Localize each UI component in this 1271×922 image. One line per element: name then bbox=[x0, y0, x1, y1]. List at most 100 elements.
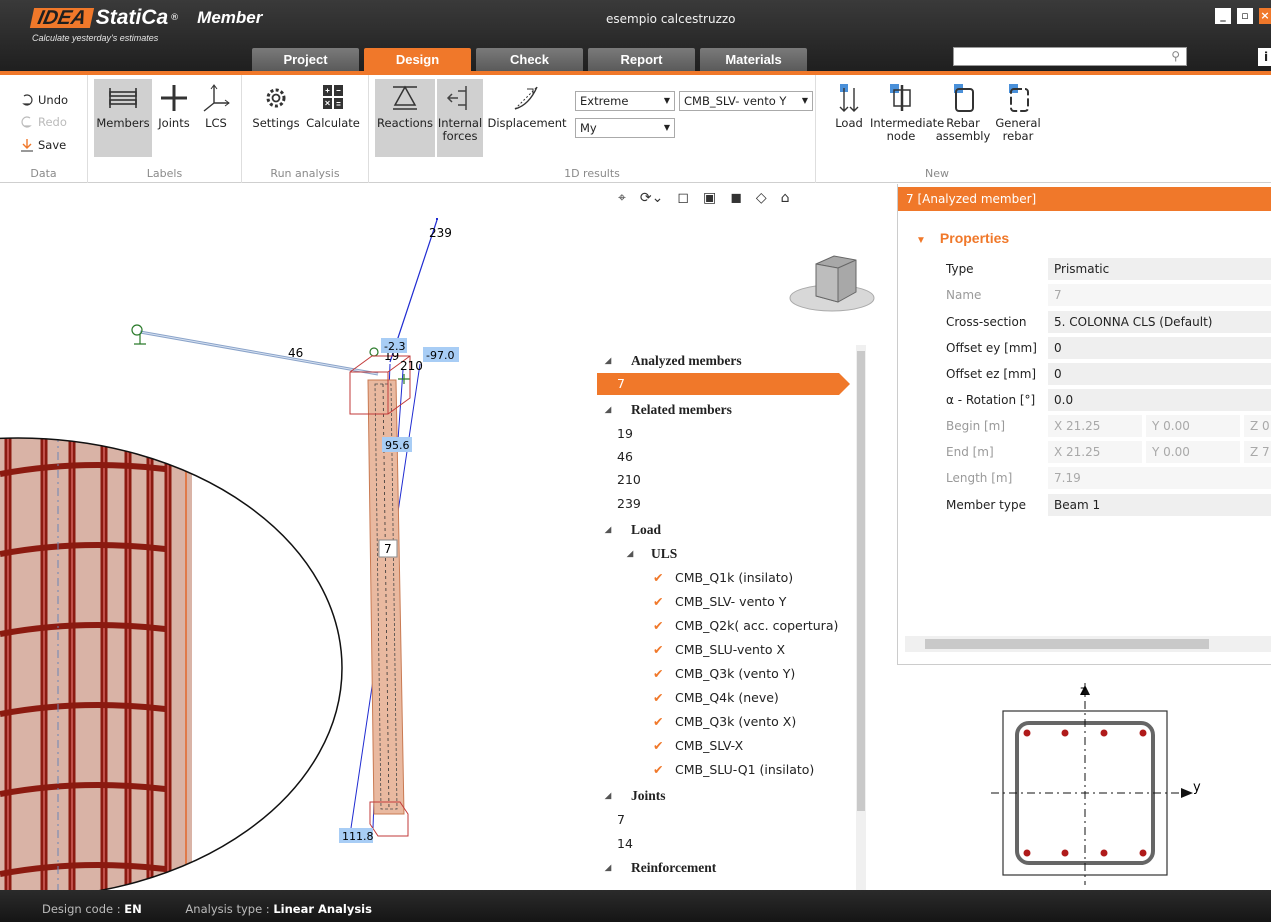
scroll-thumb[interactable] bbox=[925, 639, 1209, 649]
end-x-field[interactable]: X 21.25 bbox=[1048, 441, 1142, 463]
type-field[interactable]: Prismatic bbox=[1048, 258, 1271, 280]
scroll-thumb[interactable] bbox=[857, 351, 865, 811]
design-code-value: EN bbox=[124, 902, 142, 916]
members-button[interactable]: Members bbox=[94, 79, 152, 157]
collapse-icon[interactable]: ▼ bbox=[916, 235, 926, 246]
internal-forces-label-2: forces bbox=[442, 129, 478, 143]
rotate-view-icon[interactable]: ⟳⌄ bbox=[640, 190, 663, 206]
intermediate-node-button[interactable]: Intermediate node bbox=[870, 83, 944, 143]
settings-button[interactable]: Settings bbox=[250, 83, 302, 130]
tab-design[interactable]: Design bbox=[364, 48, 471, 71]
fit-view-icon[interactable]: ⌖ bbox=[618, 190, 626, 206]
end-y-field[interactable]: Y 0.00 bbox=[1146, 441, 1240, 463]
redo-button[interactable]: Redo bbox=[20, 115, 67, 129]
properties-section[interactable]: ▼ Properties bbox=[916, 230, 1009, 246]
rebar-assembly-button[interactable]: Rebar assembly bbox=[934, 83, 992, 143]
begin-y-field[interactable]: Y 0.00 bbox=[1146, 415, 1240, 437]
ribbon: Undo Redo Save Data Members Joints LCS L… bbox=[0, 75, 1271, 183]
undo-button[interactable]: Undo bbox=[20, 93, 68, 107]
members-icon bbox=[109, 88, 137, 108]
extreme-select[interactable]: Extreme ▼ bbox=[575, 91, 675, 111]
tree-item-joint[interactable]: 14 bbox=[597, 833, 855, 855]
displacement-button[interactable]: Displacement bbox=[485, 83, 569, 130]
load-button[interactable]: Load bbox=[830, 83, 868, 130]
panel-hscrollbar[interactable] bbox=[905, 636, 1271, 652]
component-select-value: My bbox=[580, 121, 597, 135]
section-view-icon[interactable]: ◇ bbox=[756, 190, 767, 206]
combo-checkbox[interactable]: ✔ CMB_Q3k (vento Y) bbox=[597, 663, 855, 685]
joints-button[interactable]: Joints bbox=[154, 83, 194, 130]
internal-forces-button[interactable]: Internal forces bbox=[437, 79, 483, 157]
combo-checkbox[interactable]: ✔ CMB_SLU-Q1 (insilato) bbox=[597, 759, 855, 781]
settings-label: Settings bbox=[252, 116, 300, 130]
general-rebar-button[interactable]: General rebar bbox=[992, 83, 1044, 143]
name-field[interactable]: 7 bbox=[1048, 284, 1271, 306]
solid-icon[interactable]: ◼ bbox=[730, 190, 742, 206]
load-label: Load bbox=[835, 116, 863, 130]
combo-checkbox[interactable]: ✔ CMB_Q3k (vento X) bbox=[597, 711, 855, 733]
info-button[interactable]: i bbox=[1258, 48, 1271, 66]
length-field[interactable]: 7.19 bbox=[1048, 467, 1271, 489]
search-icon[interactable]: ⚲ bbox=[1171, 49, 1180, 63]
minimize-button[interactable]: _ bbox=[1215, 8, 1231, 24]
combo-checkbox[interactable]: ✔ CMB_Q1k (insilato) bbox=[597, 567, 855, 589]
combo-checkbox[interactable]: ✔ CMB_SLV-X bbox=[597, 735, 855, 757]
group-data: Undo Redo Save Data bbox=[0, 75, 88, 183]
search-input[interactable]: ⚲ bbox=[953, 47, 1187, 66]
calculator-icon bbox=[323, 85, 343, 109]
offset-ey-field[interactable]: 0 bbox=[1048, 337, 1271, 359]
tree-item-related[interactable]: 19 bbox=[597, 423, 855, 445]
prop-offset-ez: Offset ez [mm] 0 bbox=[944, 361, 1271, 387]
tree-item-related[interactable]: 46 bbox=[597, 446, 855, 468]
lcs-button[interactable]: LCS bbox=[196, 83, 236, 130]
close-button[interactable]: × bbox=[1259, 8, 1271, 24]
tree-section-related[interactable]: ◢ Related members bbox=[597, 399, 855, 421]
rotation-field[interactable]: 0.0 bbox=[1048, 389, 1271, 411]
begin-x-field[interactable]: X 21.25 bbox=[1048, 415, 1142, 437]
rebar-detail-magnifier bbox=[0, 438, 342, 890]
save-button[interactable]: Save bbox=[20, 138, 66, 152]
tree-section-joints[interactable]: ◢ Joints bbox=[597, 785, 855, 807]
maximize-button[interactable]: ▫ bbox=[1237, 8, 1253, 24]
tree-section-load[interactable]: ◢ Load bbox=[597, 519, 855, 541]
tab-check[interactable]: Check bbox=[476, 48, 583, 71]
rebar-assembly-label-2: assembly bbox=[935, 129, 991, 143]
begin-z-field[interactable]: Z 0 bbox=[1244, 415, 1271, 437]
end-z-field[interactable]: Z 7 bbox=[1244, 441, 1271, 463]
component-select[interactable]: My ▼ bbox=[575, 118, 675, 138]
reactions-button[interactable]: Reactions bbox=[375, 79, 435, 157]
combination-select[interactable]: CMB_SLV- vento Y ▼ bbox=[679, 91, 813, 111]
combo-checkbox[interactable]: ✔ CMB_SLU-vento X bbox=[597, 639, 855, 661]
view-cube-icon[interactable] bbox=[786, 252, 882, 318]
structure-model[interactable]: 239 46 19 210 -2.3 -97.0 95.6 7 111.8 bbox=[0, 184, 597, 890]
wireframe-icon[interactable]: ◻ bbox=[677, 190, 689, 206]
tab-report[interactable]: Report bbox=[588, 48, 695, 71]
tree-item-analyzed-7[interactable]: 7 bbox=[597, 373, 850, 395]
reactions-icon bbox=[393, 85, 417, 110]
logo-brand: StatiCa bbox=[95, 6, 169, 29]
combo-checkbox[interactable]: ✔ CMB_SLV- vento Y bbox=[597, 591, 855, 613]
calculate-button[interactable]: Calculate bbox=[304, 83, 362, 130]
offset-ez-field[interactable]: 0 bbox=[1048, 363, 1271, 385]
member-type-select[interactable]: Beam 1 bbox=[1048, 494, 1271, 516]
tree-item-joint[interactable]: 7 bbox=[597, 809, 855, 831]
3d-viewport[interactable]: 239 46 19 210 -2.3 -97.0 95.6 7 111.8 bbox=[0, 184, 597, 890]
cross-section-field[interactable]: 5. COLONNA CLS (Default) bbox=[1048, 311, 1271, 333]
check-icon: ✔ bbox=[653, 570, 664, 585]
prop-offset-ey: Offset ey [mm] 0 bbox=[944, 335, 1271, 361]
combo-checkbox[interactable]: ✔ CMB_Q4k (neve) bbox=[597, 687, 855, 709]
tab-materials[interactable]: Materials bbox=[700, 48, 807, 71]
home-view-icon[interactable]: ⌂ bbox=[781, 190, 790, 206]
group-1d-results: Reactions Internal forces Displacement E… bbox=[369, 75, 816, 183]
displacement-icon bbox=[514, 86, 538, 110]
tab-project[interactable]: Project bbox=[252, 48, 359, 71]
combo-checkbox[interactable]: ✔ CMB_Q2k( acc. copertura) bbox=[597, 615, 855, 637]
tree-item-related[interactable]: 210 bbox=[597, 469, 855, 491]
transparent-icon[interactable]: ▣ bbox=[703, 190, 716, 206]
check-icon: ✔ bbox=[653, 618, 664, 633]
tree-item-related[interactable]: 239 bbox=[597, 493, 855, 515]
tree-section-uls[interactable]: ◢ ULS bbox=[597, 543, 855, 565]
tree-section-analyzed[interactable]: ◢ Analyzed members bbox=[597, 350, 855, 372]
tree-section-reinforcement[interactable]: ◢ Reinforcement bbox=[597, 857, 855, 879]
tree-scrollbar[interactable] bbox=[856, 345, 866, 890]
